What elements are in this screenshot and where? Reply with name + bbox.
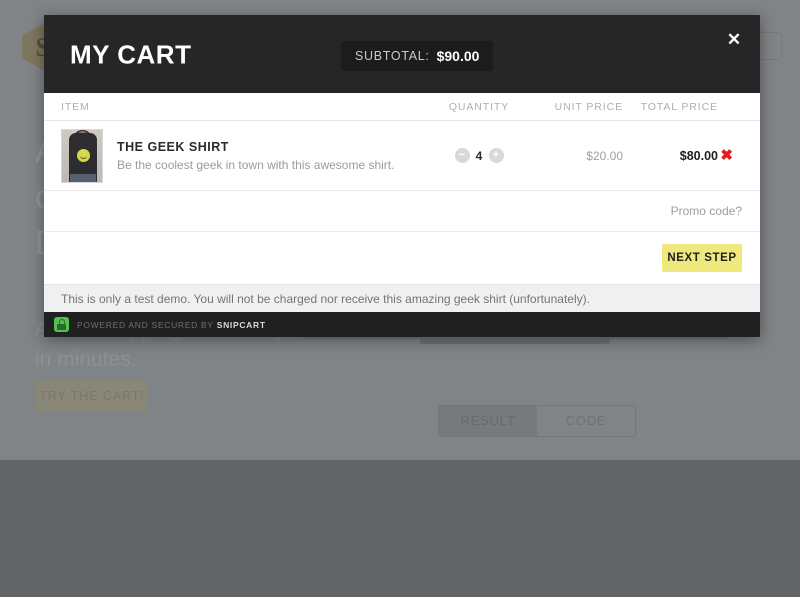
cart-header: MY CART SUBTOTAL: $90.00 ✕ (44, 15, 760, 93)
demo-disclaimer: This is only a test demo. You will not b… (44, 284, 760, 312)
subtotal-badge: SUBTOTAL: $90.00 (341, 41, 494, 71)
next-step-button[interactable]: NEXT STEP (662, 244, 742, 272)
product-description: Be the coolest geek in town with this aw… (117, 158, 395, 172)
snipcart-brand: SNIPCART (216, 319, 266, 330)
cart-title: MY CART (70, 39, 192, 70)
promo-code-row: Promo code? (44, 191, 760, 232)
unit-price-value: $20.00 (586, 148, 623, 163)
remove-item-cell: ✖ (718, 146, 743, 165)
subtotal-label: SUBTOTAL: (355, 49, 430, 63)
table-row: THE GEEK SHIRT Be the coolest geek in to… (44, 121, 760, 191)
column-header-quantity: QUANTITY (448, 100, 510, 113)
screen-root: S D Add a shopping cart to Powerful Deve… (0, 0, 800, 597)
lock-body (57, 323, 66, 330)
close-icon[interactable]: ✕ (723, 29, 745, 51)
promo-code-link[interactable]: Promo code? (671, 204, 742, 218)
lock-icon (54, 317, 69, 332)
column-header-unit-price: UNIT PRICE (554, 100, 623, 113)
quantity-decrease-button[interactable]: − (454, 148, 470, 163)
snipcart-footer: POWERED AND SECURED BY SNIPCART (44, 312, 760, 337)
smiley-logo-icon (77, 148, 90, 162)
total-price-value: $80.00 (679, 148, 718, 163)
model-jeans (70, 173, 96, 182)
cart-action-row: NEXT STEP (44, 232, 760, 284)
cart-modal: MY CART SUBTOTAL: $90.00 ✕ ITEM QUANTITY… (44, 15, 760, 337)
powered-by-text: POWERED AND SECURED BY SNIPCART (77, 320, 266, 330)
quantity-value: 4 (475, 148, 483, 163)
product-thumbnail[interactable] (61, 128, 103, 183)
quantity-stepper: − 4 + (427, 148, 531, 163)
column-header-item: ITEM (61, 100, 90, 113)
quantity-increase-button[interactable]: + (488, 148, 504, 163)
powered-by-prefix: POWERED AND SECURED BY (77, 319, 217, 330)
cart-table-header: ITEM QUANTITY UNIT PRICE TOTAL PRICE (44, 93, 760, 121)
remove-item-icon[interactable]: ✖ (720, 147, 733, 164)
cart-item-info: THE GEEK SHIRT Be the coolest geek in to… (61, 128, 427, 183)
column-header-total-price: TOTAL PRICE (640, 100, 718, 113)
product-name: THE GEEK SHIRT (117, 140, 229, 154)
product-text: THE GEEK SHIRT Be the coolest geek in to… (117, 139, 394, 172)
subtotal-value: $90.00 (436, 48, 480, 64)
